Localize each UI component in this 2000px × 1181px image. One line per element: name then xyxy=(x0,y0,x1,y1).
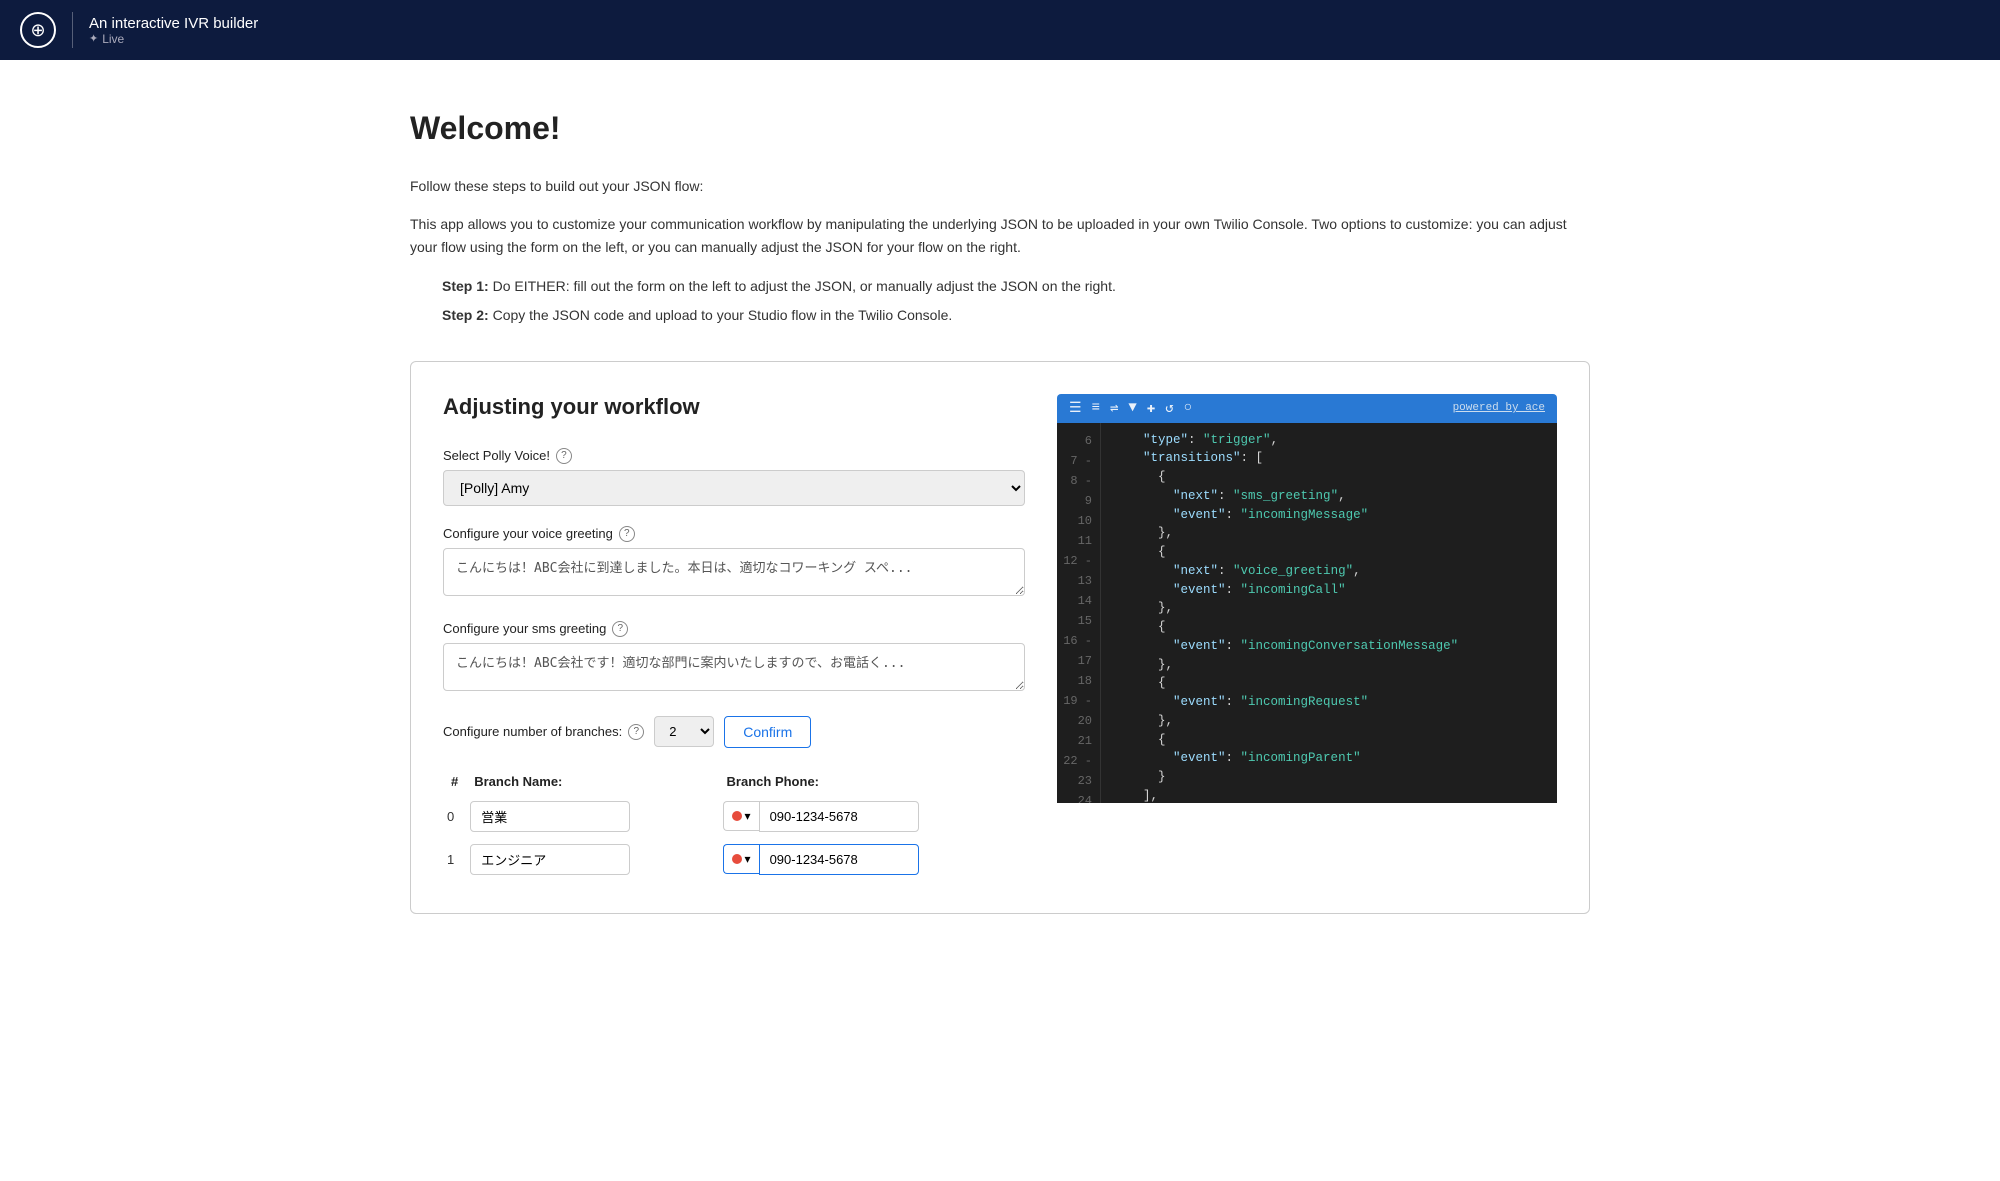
sms-greeting-label: Configure your sms greeting ? xyxy=(443,621,1025,637)
flag-dot xyxy=(732,854,742,864)
flag-chevron: ▾ xyxy=(745,809,751,823)
step2: Step 2: Copy the JSON code and upload to… xyxy=(442,303,1590,328)
branch-name-input[interactable] xyxy=(470,844,630,875)
branch-num: 0 xyxy=(443,795,466,838)
intro-text: Follow these steps to build out your JSO… xyxy=(410,175,1590,197)
branch-phone-cell: ▾ xyxy=(719,795,1025,838)
toolbar-icon-filter[interactable]: ▼ xyxy=(1128,400,1136,416)
page-title: Welcome! xyxy=(410,110,1590,147)
toolbar-icon-redo[interactable]: ○ xyxy=(1184,400,1192,416)
powered-by-link[interactable]: powered by ace xyxy=(1453,402,1545,414)
step1-text: Do EITHER: fill out the form on the left… xyxy=(493,278,1116,294)
table-row: 0 ▾ xyxy=(443,795,1025,838)
col-phone: Branch Phone: xyxy=(719,768,1025,795)
editor-body: 67 -8 -9101112 -13141516 -171819 -202122… xyxy=(1057,423,1557,803)
workflow-card: Adjusting your workflow Select Polly Voi… xyxy=(410,361,1590,914)
col-name: Branch Name: xyxy=(466,768,718,795)
phone-input[interactable] xyxy=(759,844,919,875)
line-numbers: 67 -8 -9101112 -13141516 -171819 -202122… xyxy=(1057,423,1101,803)
branch-table: # Branch Name: Branch Phone: 0 ▾ xyxy=(443,768,1025,881)
steps-list: Step 1: Do EITHER: fill out the form on … xyxy=(442,274,1590,328)
voice-select[interactable]: [Polly] Amy xyxy=(443,470,1025,506)
confirm-button[interactable]: Confirm xyxy=(724,716,811,748)
branch-num: 1 xyxy=(443,838,466,881)
table-row: 1 ▾ xyxy=(443,838,1025,881)
app-title: An interactive IVR builder xyxy=(89,15,258,32)
toolbar-icon-undo[interactable]: ↺ xyxy=(1165,400,1173,417)
workflow-form: Adjusting your workflow Select Polly Voi… xyxy=(443,394,1025,881)
sms-greeting-group: Configure your sms greeting ? こんにちは！ABC会… xyxy=(443,621,1025,696)
app-header: ⊕ An interactive IVR builder ✦ Live xyxy=(0,0,2000,60)
sms-greeting-help-icon[interactable]: ? xyxy=(612,621,628,637)
flag-chevron: ▾ xyxy=(745,852,751,866)
branch-name-cell xyxy=(466,838,718,881)
voice-greeting-textarea[interactable]: こんにちは！ABC会社に到達しました。本日は、適切なコワーキング スペ... xyxy=(443,548,1025,596)
app-logo-icon: ⊕ xyxy=(20,12,56,48)
header-title-block: An interactive IVR builder ✦ Live xyxy=(89,15,258,46)
toolbar-icon-lines[interactable]: ☰ xyxy=(1069,400,1082,417)
step1: Step 1: Do EITHER: fill out the form on … xyxy=(442,274,1590,299)
main-content: Welcome! Follow these steps to build out… xyxy=(350,60,1650,974)
toolbar-icon-transfer[interactable]: ⇌ xyxy=(1110,400,1118,417)
voice-help-icon[interactable]: ? xyxy=(556,448,572,464)
sms-greeting-textarea[interactable]: こんにちは！ABC会社です！適切な部門に案内いたしますので、お電話く... xyxy=(443,643,1025,691)
step2-label: Step 2: xyxy=(442,307,489,323)
voice-label: Select Polly Voice! ? xyxy=(443,448,1025,464)
branch-name-cell xyxy=(466,795,718,838)
phone-flag-button[interactable]: ▾ xyxy=(723,801,759,831)
branch-name-input[interactable] xyxy=(470,801,630,832)
branches-help-icon[interactable]: ? xyxy=(628,724,644,740)
sparkle-icon: ✦ xyxy=(89,32,98,45)
description-text: This app allows you to customize your co… xyxy=(410,213,1590,258)
step1-label: Step 1: xyxy=(442,278,489,294)
header-divider xyxy=(72,12,73,48)
step2-text: Copy the JSON code and upload to your St… xyxy=(493,307,953,323)
phone-flag-button[interactable]: ▾ xyxy=(723,844,759,874)
toolbar-icon-wrench[interactable]: ✚ xyxy=(1147,400,1155,417)
phone-input[interactable] xyxy=(759,801,919,832)
voice-greeting-help-icon[interactable]: ? xyxy=(619,526,635,542)
card-title: Adjusting your workflow xyxy=(443,394,1025,420)
toolbar-icon-lines2[interactable]: ≡ xyxy=(1092,400,1100,416)
voice-greeting-group: Configure your voice greeting ? こんにちは！AB… xyxy=(443,526,1025,601)
branch-phone-cell: ▾ xyxy=(719,838,1025,881)
voice-greeting-label: Configure your voice greeting ? xyxy=(443,526,1025,542)
app-status: ✦ Live xyxy=(89,32,258,46)
code-content[interactable]: "type": "trigger", "transitions": [ { "n… xyxy=(1101,423,1557,803)
flag-dot xyxy=(732,811,742,821)
col-num: # xyxy=(443,768,466,795)
code-editor[interactable]: ☰ ≡ ⇌ ▼ ✚ ↺ ○ powered by ace 67 -8 -9101… xyxy=(1057,394,1557,814)
editor-toolbar: ☰ ≡ ⇌ ▼ ✚ ↺ ○ powered by ace xyxy=(1057,394,1557,423)
branches-label: Configure number of branches: ? xyxy=(443,724,644,740)
code-editor-panel: ☰ ≡ ⇌ ▼ ✚ ↺ ○ powered by ace 67 -8 -9101… xyxy=(1057,394,1557,881)
branches-row: Configure number of branches: ? 2 Confir… xyxy=(443,716,1025,748)
voice-group: Select Polly Voice! ? [Polly] Amy xyxy=(443,448,1025,506)
branches-count-select[interactable]: 2 xyxy=(654,716,714,747)
